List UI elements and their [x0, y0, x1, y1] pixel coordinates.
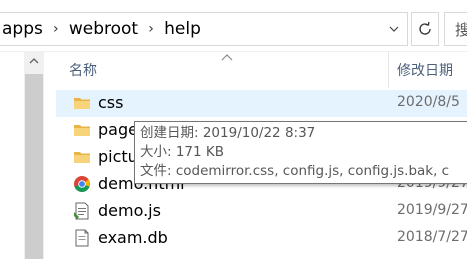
- file-name: page: [98, 120, 138, 139]
- js-file-icon: [74, 202, 89, 220]
- file-name: css: [98, 93, 124, 112]
- file-name: exam.db: [98, 228, 168, 247]
- tooltip-created-date: 创建日期: 2019/10/22 8:37: [140, 125, 316, 141]
- file-icon: [75, 229, 89, 247]
- folder-icon: [74, 98, 90, 109]
- folder-icon: [74, 125, 90, 136]
- column-header-date[interactable]: 修改日期: [397, 60, 453, 80]
- file-row-css[interactable]: css 2020/8/5: [56, 90, 467, 117]
- refresh-icon: [419, 21, 431, 35]
- sort-ascending-icon: [221, 54, 233, 61]
- search-placeholder: 搜: [455, 19, 467, 40]
- chrome-icon: [74, 176, 90, 192]
- file-row-exam-db[interactable]: exam.db 2018/7/27: [56, 225, 467, 252]
- tooltip-files: 文件: codemirror.css, config.js, config.js…: [140, 163, 450, 179]
- breadcrumb-separator-icon[interactable]: ›: [140, 21, 162, 37]
- file-date: 2019/9/27: [397, 202, 467, 218]
- column-header: 名称 修改日期: [56, 52, 467, 88]
- tooltip-size: 大小: 171 KB: [140, 144, 225, 160]
- chevron-down-icon: [389, 26, 399, 32]
- folder-icon: [74, 152, 90, 163]
- file-name: demo.js: [98, 201, 161, 220]
- file-date: 2018/7/27: [397, 229, 467, 245]
- file-date: 2020/8/5: [397, 94, 460, 110]
- file-row-demo-js[interactable]: demo.js 2019/9/27: [56, 198, 467, 225]
- address-bar-row: apps › webroot › help 搜: [0, 0, 467, 52]
- breadcrumb-webroot[interactable]: webroot: [67, 19, 140, 39]
- column-header-name[interactable]: 名称: [69, 60, 97, 80]
- folder-info-tooltip: 创建日期: 2019/10/22 8:37 大小: 171 KB 文件: cod…: [134, 121, 467, 184]
- breadcrumb-separator-icon[interactable]: ›: [45, 21, 67, 37]
- breadcrumb-apps[interactable]: apps: [0, 19, 45, 39]
- search-input[interactable]: 搜: [444, 12, 467, 46]
- scroll-up-button[interactable]: [24, 52, 44, 70]
- address-history-dropdown-button[interactable]: [381, 13, 407, 45]
- breadcrumb-help[interactable]: help: [162, 19, 203, 39]
- column-divider[interactable]: [388, 52, 389, 88]
- chevron-up-icon: [29, 58, 39, 64]
- address-bar[interactable]: apps › webroot › help: [0, 12, 408, 46]
- refresh-button[interactable]: [411, 12, 439, 46]
- scrollbar-thumb[interactable]: [25, 74, 43, 259]
- file-name: pictu: [98, 147, 138, 166]
